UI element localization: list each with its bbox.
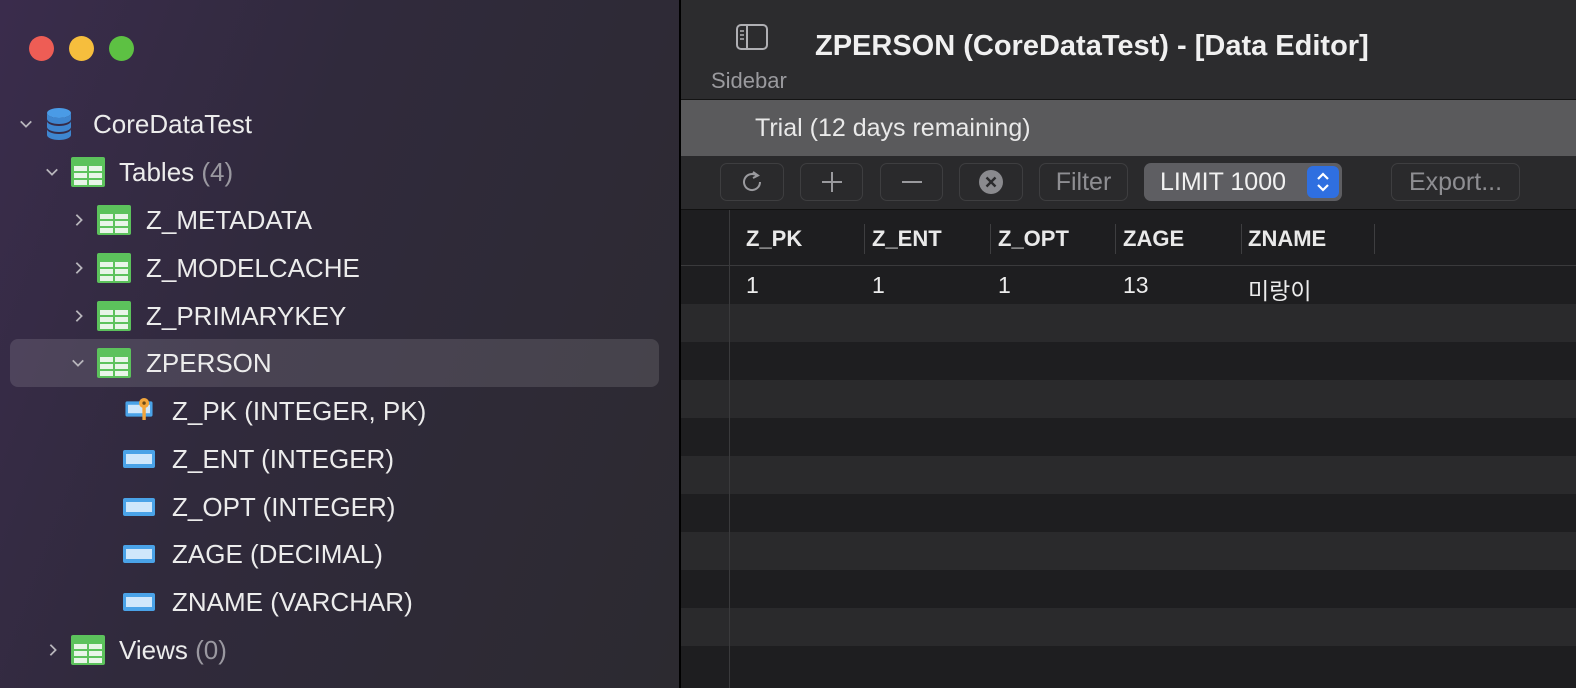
column-label: Z_PK (INTEGER, PK) xyxy=(172,395,427,426)
column-resize-handle[interactable] xyxy=(864,224,865,254)
table-icon xyxy=(97,205,131,235)
table-label: Z_METADATA xyxy=(146,204,313,235)
sidebar-item-zperson[interactable]: ZPERSON xyxy=(0,340,680,386)
sidebar-item-column-zname[interactable]: ZNAME (VARCHAR) xyxy=(0,579,680,625)
sidebar-button-label: Sidebar xyxy=(711,68,787,93)
sidebar-item-column-z-pk[interactable]: Z_PK (INTEGER, PK) xyxy=(0,388,680,434)
views-count: (0) xyxy=(195,634,227,665)
column-icon xyxy=(123,450,155,468)
chevron-right-icon[interactable] xyxy=(72,309,86,323)
tree-item-views-group[interactable]: Views (0) xyxy=(0,627,680,673)
sidebar-item-column-z-opt[interactable]: Z_OPT (INTEGER) xyxy=(0,484,680,530)
tables-group-label: Tables (4) xyxy=(119,157,233,188)
cell-zage[interactable]: 13 xyxy=(1123,272,1149,299)
chevron-down-icon[interactable] xyxy=(71,356,85,370)
sidebar-toggle-button[interactable]: Sidebar xyxy=(709,20,795,96)
column-resize-handle[interactable] xyxy=(1241,224,1242,254)
filter-button[interactable]: Filter xyxy=(1039,163,1128,201)
row-stripe xyxy=(681,456,1576,494)
limit-select-value: LIMIT 1000 xyxy=(1160,168,1287,196)
tables-group-name: Tables xyxy=(119,156,195,187)
close-window-button[interactable] xyxy=(29,36,54,61)
clear-button[interactable] xyxy=(959,163,1023,201)
table-group-icon xyxy=(71,157,105,187)
table-icon xyxy=(97,301,131,331)
column-label: Z_OPT (INTEGER) xyxy=(172,491,396,522)
refresh-icon xyxy=(743,171,762,191)
chevron-right-icon[interactable] xyxy=(72,213,86,227)
main-area: Sidebar ZPERSON (CoreDataTest) - [Data E… xyxy=(681,0,1576,688)
sidebar-item-z-modelcache[interactable]: Z_MODELCACHE xyxy=(0,245,680,291)
column-header-zname[interactable]: ZNAME xyxy=(1248,226,1326,252)
titlebar: Sidebar ZPERSON (CoreDataTest) - [Data E… xyxy=(681,0,1576,100)
views-group-icon xyxy=(71,635,105,665)
minus-icon xyxy=(901,181,922,183)
limit-select[interactable]: LIMIT 1000 xyxy=(1144,163,1342,201)
sidebar-item-column-zage[interactable]: ZAGE (DECIMAL) xyxy=(0,531,680,577)
row-stripe xyxy=(681,380,1576,418)
sidebar-toggle-icon xyxy=(736,24,768,50)
chevron-down-icon[interactable] xyxy=(45,165,59,179)
row-stripe xyxy=(681,304,1576,342)
export-button[interactable]: Export... xyxy=(1391,163,1520,201)
views-group-label: Views (0) xyxy=(119,635,227,666)
data-grid: Z_PK Z_ENT Z_OPT ZAGE ZNAME 1 1 1 13 미랑이 xyxy=(681,210,1576,688)
row-number-gutter-border xyxy=(729,210,730,688)
primary-key-column-icon xyxy=(125,398,153,420)
column-header-z-ent[interactable]: Z_ENT xyxy=(872,226,942,252)
column-label: Z_ENT (INTEGER) xyxy=(172,443,394,474)
chevron-right-icon[interactable] xyxy=(46,643,60,657)
table-icon xyxy=(97,253,131,283)
cell-z-pk[interactable]: 1 xyxy=(746,272,759,299)
row-stripe xyxy=(681,608,1576,646)
table-row[interactable]: 1 1 1 13 미랑이 xyxy=(681,266,1576,304)
table-label: Z_MODELCACHE xyxy=(146,252,360,283)
column-header-z-opt[interactable]: Z_OPT xyxy=(998,226,1069,252)
database-icon xyxy=(47,108,71,140)
table-icon xyxy=(97,348,131,378)
column-icon xyxy=(123,593,155,611)
window-title: ZPERSON (CoreDataTest) - [Data Editor] xyxy=(815,30,1369,62)
delete-row-button[interactable] xyxy=(880,163,943,201)
cell-z-opt[interactable]: 1 xyxy=(998,272,1011,299)
sidebar-item-column-z-ent[interactable]: Z_ENT (INTEGER) xyxy=(0,436,680,482)
tree-item-tables-group[interactable]: Tables (4) xyxy=(0,149,680,195)
clear-circle-icon xyxy=(979,170,1003,194)
sidebar-item-z-metadata[interactable]: Z_METADATA xyxy=(0,197,680,243)
tables-count: (4) xyxy=(201,156,234,187)
refresh-button[interactable] xyxy=(720,163,784,201)
sidebar: CoreDataTest Tables (4) Z_METADATA Z_MOD… xyxy=(0,0,680,688)
grid-header-row: Z_PK Z_ENT Z_OPT ZAGE ZNAME xyxy=(681,210,1576,266)
sidebar-item-z-primarykey[interactable]: Z_PRIMARYKEY xyxy=(0,293,680,339)
chevron-up-down-icon xyxy=(1307,166,1339,198)
cell-z-ent[interactable]: 1 xyxy=(872,272,885,299)
add-row-button[interactable] xyxy=(800,163,863,201)
trial-text: Trial (12 days remaining) xyxy=(755,114,1031,142)
trial-banner: Trial (12 days remaining) xyxy=(681,100,1576,156)
column-label: ZNAME (VARCHAR) xyxy=(172,586,413,617)
column-resize-handle[interactable] xyxy=(990,224,991,254)
plus-icon xyxy=(821,172,842,192)
database-label: CoreDataTest xyxy=(93,108,252,139)
column-icon xyxy=(123,545,155,563)
chevron-down-icon[interactable] xyxy=(19,117,33,131)
column-header-zage[interactable]: ZAGE xyxy=(1123,226,1184,252)
table-label: ZPERSON xyxy=(146,347,272,378)
minimize-window-button[interactable] xyxy=(69,36,94,61)
table-label: Z_PRIMARYKEY xyxy=(146,300,347,331)
data-toolbar: Filter LIMIT 1000 Export... xyxy=(681,156,1576,210)
chevron-right-icon[interactable] xyxy=(72,261,86,275)
column-header-z-pk[interactable]: Z_PK xyxy=(746,226,802,252)
column-label: ZAGE (DECIMAL) xyxy=(172,538,383,569)
column-resize-handle[interactable] xyxy=(1374,224,1375,254)
column-resize-handle[interactable] xyxy=(1115,224,1116,254)
cell-zname[interactable]: 미랑이 xyxy=(1248,272,1311,306)
tree-item-database[interactable]: CoreDataTest xyxy=(0,101,680,147)
row-stripe xyxy=(681,532,1576,570)
zoom-window-button[interactable] xyxy=(109,36,134,61)
column-icon xyxy=(123,498,155,516)
views-group-name: Views xyxy=(119,634,188,665)
